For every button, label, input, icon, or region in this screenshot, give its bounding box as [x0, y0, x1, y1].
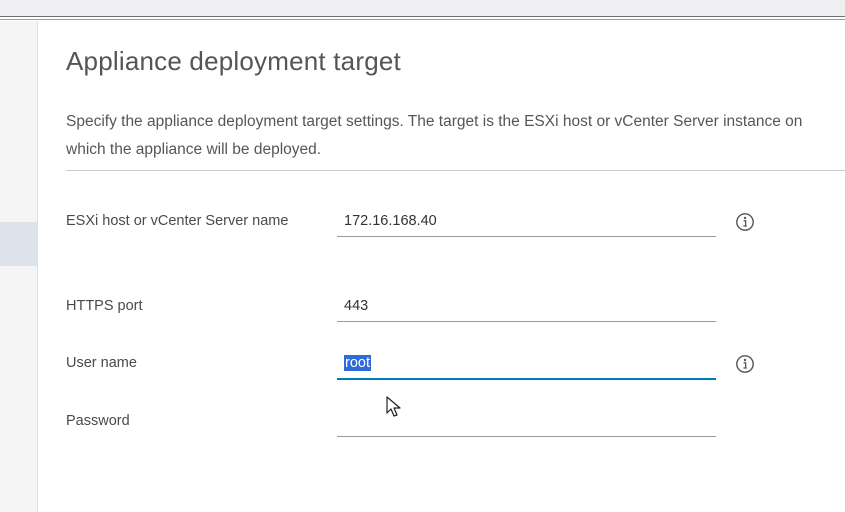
https-port-value: 443: [344, 298, 369, 314]
host-field[interactable]: 172.16.168.40: [337, 208, 716, 237]
section-divider: [66, 170, 845, 171]
window-top-bar: [0, 0, 845, 17]
host-label: ESXi host or vCenter Server name: [66, 213, 289, 229]
host-value: 172.16.168.40: [344, 213, 437, 229]
username-value: root: [344, 355, 371, 371]
sidebar-active-step[interactable]: [0, 222, 37, 266]
page-description: Specify the appliance deployment target …: [66, 113, 803, 158]
password-label: Password: [66, 413, 130, 429]
https-port-field[interactable]: 443: [337, 293, 716, 322]
wizard-sidebar: [0, 21, 38, 512]
info-icon[interactable]: [735, 354, 755, 374]
username-field[interactable]: root: [337, 350, 716, 380]
info-icon[interactable]: [735, 212, 755, 232]
username-label: User name: [66, 355, 137, 371]
page-title: Appliance deployment target: [66, 46, 401, 76]
top-divider: [0, 19, 845, 20]
mouse-cursor-icon: [386, 396, 401, 417]
https-port-label: HTTPS port: [66, 298, 143, 314]
